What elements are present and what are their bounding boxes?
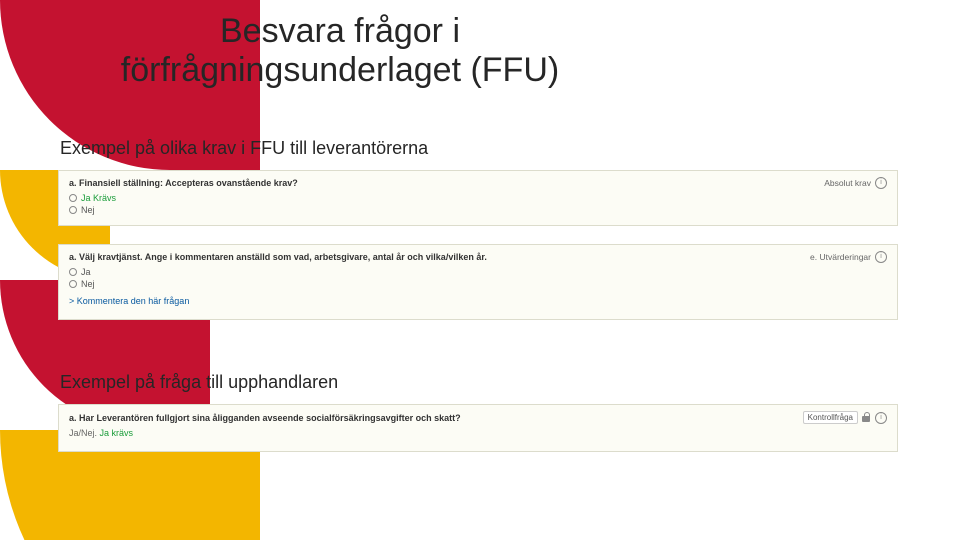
ffu-panel-service: a. Välj kravtjänst. Ange i kommentaren a… bbox=[58, 244, 898, 320]
subhead-suppliers: Exempel på olika krav i FFU till leveran… bbox=[60, 138, 428, 159]
requirement-label: Absolut krav bbox=[824, 178, 871, 188]
requirement-pill: Kontrollfråga bbox=[803, 411, 858, 424]
option-yes-label: Ja Krävs bbox=[81, 193, 116, 203]
lock-icon bbox=[862, 412, 871, 423]
info-icon: i bbox=[875, 251, 887, 263]
info-icon: i bbox=[875, 177, 887, 189]
radio-icon bbox=[69, 268, 77, 276]
subhead-procurer: Exempel på fråga till upphandlaren bbox=[60, 372, 338, 393]
option-no[interactable]: Nej bbox=[69, 205, 887, 215]
requirement-tag: e. Utvärderingar i bbox=[810, 251, 887, 263]
question-row: a. Har Leverantören fullgjort sina åligg… bbox=[69, 411, 887, 424]
requirement-tag: Kontrollfråga i bbox=[803, 411, 887, 424]
ffu-panel-tax: a. Har Leverantören fullgjort sina åligg… bbox=[58, 404, 898, 452]
option-yes[interactable]: Ja bbox=[69, 267, 887, 277]
requirement-tag: Absolut krav i bbox=[824, 177, 887, 189]
option-no-label: Nej bbox=[81, 279, 95, 289]
info-icon: i bbox=[875, 412, 887, 424]
radio-icon bbox=[69, 206, 77, 214]
question-text: a. Har Leverantören fullgjort sina åligg… bbox=[69, 413, 803, 423]
answer-value: Ja krävs bbox=[100, 428, 134, 438]
question-text: a. Finansiell ställning: Accepteras ovan… bbox=[69, 178, 824, 188]
slide-title: Besvara frågor i förfrågningsunderlaget … bbox=[60, 12, 620, 90]
option-yes-label: Ja bbox=[81, 267, 91, 277]
radio-icon bbox=[69, 280, 77, 288]
ffu-panel-financial: a. Finansiell ställning: Accepteras ovan… bbox=[58, 170, 898, 226]
question-row: a. Finansiell ställning: Accepteras ovan… bbox=[69, 177, 887, 189]
question-row: a. Välj kravtjänst. Ange i kommentaren a… bbox=[69, 251, 887, 263]
requirement-label: e. Utvärderingar bbox=[810, 252, 871, 262]
question-text: a. Välj kravtjänst. Ange i kommentaren a… bbox=[69, 252, 810, 262]
option-no[interactable]: Nej bbox=[69, 279, 887, 289]
comment-link[interactable]: > Kommentera den här frågan bbox=[69, 296, 189, 306]
slide: Besvara frågor i förfrågningsunderlaget … bbox=[0, 0, 960, 540]
answer-prefix: Ja/Nej. bbox=[69, 428, 97, 438]
answer-row: Ja/Nej. Ja krävs bbox=[69, 428, 887, 438]
radio-icon bbox=[69, 194, 77, 202]
option-yes[interactable]: Ja Krävs bbox=[69, 193, 887, 203]
option-no-label: Nej bbox=[81, 205, 95, 215]
